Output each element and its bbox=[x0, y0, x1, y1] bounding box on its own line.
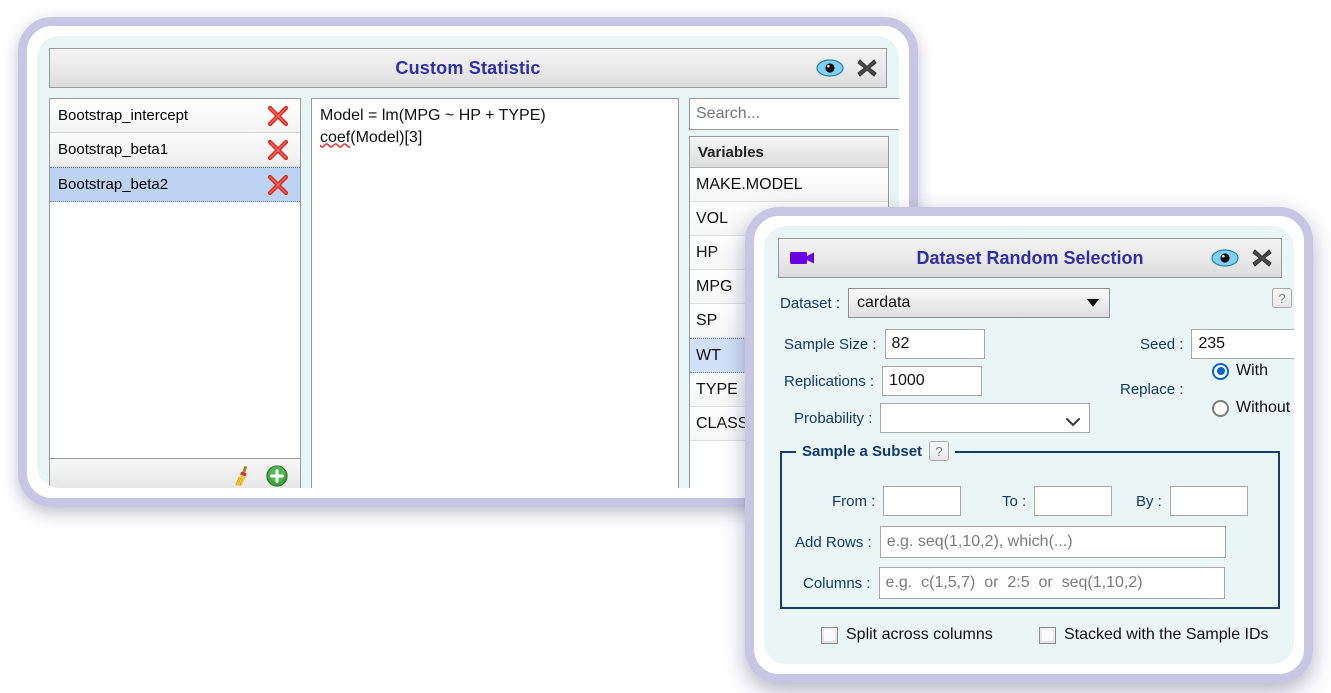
radio-with[interactable] bbox=[1212, 362, 1229, 380]
split-across-columns-checkbox[interactable] bbox=[821, 626, 838, 644]
dialog-title: Dataset Random Selection bbox=[916, 247, 1144, 268]
list-item[interactable]: Bootstrap_intercept bbox=[50, 99, 300, 133]
add-rows-label: Add Rows : bbox=[795, 533, 872, 551]
by-input[interactable] bbox=[1169, 486, 1248, 516]
sample-subset-legend: Sample a Subset ? bbox=[796, 441, 956, 461]
broom-icon[interactable] bbox=[230, 464, 254, 488]
dialog-titlebar-icon-group bbox=[1211, 239, 1273, 277]
variables-list-header: Variables bbox=[690, 137, 888, 168]
add-button[interactable] bbox=[266, 465, 288, 487]
custom-statistic-titlebar: Custom Statistic bbox=[49, 48, 887, 88]
to-input[interactable] bbox=[1034, 486, 1113, 516]
dialog-titlebar: Dataset Random Selection bbox=[778, 238, 1282, 278]
probability-label: Probability : bbox=[794, 409, 873, 427]
from-label: From : bbox=[832, 492, 876, 510]
columns-input[interactable] bbox=[878, 567, 1225, 599]
probability-row: Probability : bbox=[794, 403, 1091, 433]
sample-subset-fieldset: Sample a Subset ? From : To : By : Add R… bbox=[780, 441, 1280, 609]
eye-icon[interactable] bbox=[1211, 249, 1239, 267]
sample-size-input[interactable] bbox=[884, 329, 985, 359]
variable-row[interactable]: MAKE.MODEL bbox=[690, 168, 888, 202]
stacked-sample-ids-checkbox[interactable] bbox=[1039, 626, 1056, 644]
to-label: To : bbox=[1002, 492, 1027, 510]
replace-label-wrap: Replace : bbox=[1120, 381, 1183, 398]
from-row: From : bbox=[832, 486, 962, 516]
delete-icon[interactable] bbox=[266, 104, 290, 128]
seed-input[interactable] bbox=[1191, 329, 1294, 359]
radio-without[interactable] bbox=[1212, 399, 1229, 417]
columns-row: Columns : bbox=[803, 567, 1225, 599]
replace-option-without[interactable]: Without bbox=[1212, 399, 1290, 417]
stacked-sample-ids-label: Stacked with the Sample IDs bbox=[1064, 626, 1269, 643]
dialog-help-button[interactable]: ? bbox=[1272, 288, 1292, 308]
close-icon[interactable] bbox=[1251, 247, 1273, 269]
custom-statistic-list[interactable]: Bootstrap_intercept Bootstrap_beta1 Boot… bbox=[50, 99, 300, 458]
video-camera-icon bbox=[789, 249, 817, 267]
dialog-help-label: ? bbox=[1278, 290, 1286, 306]
seed-row: Seed : bbox=[1140, 329, 1294, 359]
list-item-selected[interactable]: Bootstrap_beta2 bbox=[50, 167, 300, 202]
screen: Custom Statistic Bootstrap_intercept Boo… bbox=[0, 0, 1331, 693]
chevron-down-icon bbox=[1087, 299, 1100, 307]
replications-row: Replications : bbox=[784, 366, 983, 396]
code-line-2-rest: (Model)[3] bbox=[350, 128, 423, 146]
titlebar-icon-group bbox=[816, 49, 878, 87]
stacked-sample-ids-option[interactable]: Stacked with the Sample IDs bbox=[1039, 626, 1269, 644]
radio-with-label: With bbox=[1236, 362, 1268, 379]
add-rows-input[interactable] bbox=[879, 526, 1226, 558]
split-across-columns-label: Split across columns bbox=[846, 626, 993, 643]
from-input[interactable] bbox=[883, 486, 962, 516]
dataset-select[interactable]: cardata bbox=[848, 288, 1111, 318]
code-line-1: Model = lm(MPG ~ HP + TYPE) bbox=[320, 107, 546, 124]
to-row: To : bbox=[1002, 486, 1113, 516]
dataset-random-selection-dialog: Dataset Random Selection ? Dataset: car… bbox=[745, 207, 1313, 683]
search-input[interactable] bbox=[689, 98, 899, 130]
custom-statistic-list-toolbar bbox=[50, 458, 300, 488]
search-bar bbox=[689, 98, 899, 130]
probability-select[interactable] bbox=[880, 403, 1091, 433]
delete-icon[interactable] bbox=[266, 173, 290, 197]
seed-label: Seed : bbox=[1140, 335, 1184, 353]
list-item-label: Bootstrap_intercept bbox=[58, 107, 189, 124]
sample-size-label: Sample Size : bbox=[784, 335, 877, 353]
sample-subset-legend-label: Sample a Subset bbox=[802, 442, 923, 460]
sample-subset-help-label: ? bbox=[935, 443, 943, 459]
columns-label: Columns : bbox=[803, 574, 871, 592]
by-label: By : bbox=[1136, 492, 1162, 510]
eye-icon[interactable] bbox=[816, 59, 844, 77]
code-editor[interactable]: Model = lm(MPG ~ HP + TYPE) coef(Model)[… bbox=[311, 98, 679, 488]
dataset-select-value: cardata bbox=[857, 294, 911, 311]
close-icon[interactable] bbox=[856, 57, 878, 79]
list-item-label: Bootstrap_beta1 bbox=[58, 141, 169, 158]
list-item[interactable]: Bootstrap_beta1 bbox=[50, 133, 300, 167]
radio-without-label: Without bbox=[1236, 399, 1291, 416]
dataset-label: Dataset : bbox=[780, 294, 841, 312]
delete-icon[interactable] bbox=[266, 138, 290, 162]
list-item-label: Bootstrap_beta2 bbox=[58, 176, 169, 193]
split-across-columns-option[interactable]: Split across columns bbox=[821, 626, 993, 644]
replications-input[interactable] bbox=[882, 366, 983, 396]
replace-label: Replace : bbox=[1120, 381, 1184, 398]
page-title: Custom Statistic bbox=[395, 57, 541, 78]
dataset-row: Dataset : cardata bbox=[780, 288, 1111, 318]
sample-subset-help-button[interactable]: ? bbox=[929, 441, 950, 461]
chevron-down-icon bbox=[1066, 414, 1081, 427]
add-rows-row: Add Rows : bbox=[795, 526, 1226, 558]
sample-size-row: Sample Size : bbox=[784, 329, 985, 359]
replications-label: Replications : bbox=[784, 372, 875, 390]
by-row: By : bbox=[1136, 486, 1248, 516]
custom-statistic-list-panel: Bootstrap_intercept Bootstrap_beta1 Boot… bbox=[49, 98, 301, 488]
dataset-random-selection-body: Dataset Random Selection ? Dataset: car… bbox=[764, 226, 1294, 664]
code-misspelled-token: coef bbox=[320, 128, 351, 146]
replace-option-with[interactable]: With bbox=[1212, 362, 1268, 380]
